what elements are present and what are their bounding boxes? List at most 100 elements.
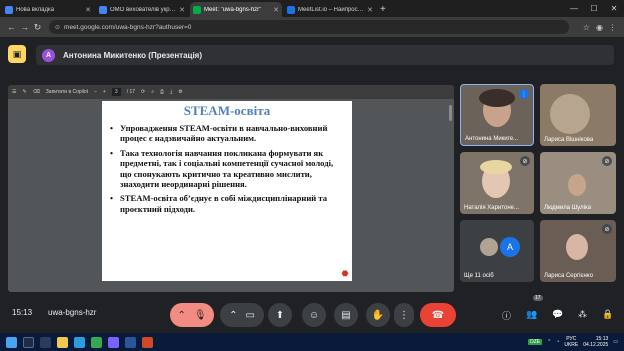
erase-icon[interactable]: ⌫ <box>33 89 40 95</box>
rotate-icon[interactable]: ⟳ <box>141 89 145 95</box>
tab-omo-docs[interactable]: ОМО вихователів українські ... ✕ <box>96 2 188 17</box>
tab-label: MeetList.io – Найпростіший с... <box>298 6 365 13</box>
site-info-icon[interactable]: ⊙ <box>55 24 60 31</box>
wifi-icon[interactable]: ◔ <box>556 339 559 345</box>
clock-date: 04.12.2025 <box>583 342 609 348</box>
leave-call-button[interactable]: ☎ <box>420 303 456 327</box>
raise-hand-button[interactable]: ✋ <box>366 303 390 327</box>
screen: Нова вкладка ✕ ОМО вихователів українськ… <box>0 0 624 351</box>
present-button[interactable]: ⬆ <box>268 303 292 327</box>
forward-icon[interactable]: → <box>18 22 31 32</box>
back-icon[interactable]: ← <box>5 22 18 32</box>
present-icon: ⬆ <box>275 309 285 321</box>
stop-presenting-icon[interactable]: ▣ <box>8 45 26 63</box>
mic-off-icon: ⊘ <box>520 156 530 166</box>
minimize-icon[interactable]: — <box>564 4 584 13</box>
language-indicator[interactable]: РУС UKRE <box>564 336 578 348</box>
pdf-icon: ⬣ <box>341 269 349 278</box>
maximize-icon[interactable]: ☐ <box>584 4 604 13</box>
copilot-button[interactable]: Запитати в Copilot <box>46 89 88 95</box>
participant-name: Лариса Вішнікова <box>544 137 594 143</box>
chevron-up-icon: ⌃ <box>177 309 186 321</box>
meet-header: ▣ A Антонина Микитенко (Презентація) <box>0 37 624 75</box>
hand-icon: ✋ <box>371 309 385 321</box>
close-icon[interactable]: ✕ <box>179 6 185 14</box>
speaking-icon: ⋮ <box>519 89 529 99</box>
tab-meet[interactable]: Meet: "uwa-bgns-hzr" ✕ <box>190 2 282 17</box>
zoom-out-icon[interactable]: − <box>94 89 97 95</box>
more-participants-tile[interactable]: A Ще 11 осіб <box>460 220 534 282</box>
viber-icon[interactable] <box>108 336 119 348</box>
meeting-time: 15:13 <box>12 308 33 317</box>
participant-tile[interactable]: ⋮ Антонина Микиге... <box>460 84 534 146</box>
print-icon[interactable]: ⎙ <box>160 89 164 95</box>
browser-tab-strip: Нова вкладка ✕ ОМО вихователів українськ… <box>0 0 624 17</box>
page-number[interactable]: 3 <box>111 88 121 96</box>
participant-tile[interactable]: ⊘ Людмила Шуліка <box>540 152 616 214</box>
powerpoint-icon[interactable] <box>142 336 153 348</box>
chevron-up-icon[interactable]: ⌃ <box>547 339 551 345</box>
zoom-in-icon[interactable]: + <box>103 89 106 95</box>
meet-controls: 15:13 uwa-bgns-hzr ⌃ 🎙 ⌃ ▭ ⬆ ☺ ▤ ✋ ⋮ ☎ ⓘ… <box>0 295 624 333</box>
contents-icon[interactable]: ☰ <box>12 89 16 95</box>
settings-icon[interactable]: ⚙ <box>178 89 182 95</box>
tab-new-tab[interactable]: Нова вкладка ✕ <box>2 2 94 17</box>
participant-name: Наталія Харитоне... <box>464 205 520 211</box>
emoji-button[interactable]: ☺ <box>302 303 326 327</box>
participant-tile[interactable]: ⊘ Лариса Сергієнко <box>540 220 616 282</box>
participant-name: Антонина Микиге... <box>465 136 519 142</box>
close-window-icon[interactable]: ✕ <box>604 4 624 13</box>
close-icon[interactable]: ✕ <box>85 6 91 14</box>
browser-actions: ☆ ◉ ⋮ <box>580 23 619 32</box>
start-icon[interactable] <box>6 336 17 348</box>
scrollbar[interactable] <box>449 105 452 121</box>
address-bar[interactable]: ⊙ meet.google.com/uwa-bgns-hzr?authuser=… <box>49 20 569 34</box>
captions-icon: ▤ <box>341 309 351 321</box>
save-icon[interactable]: ⤓ <box>170 89 172 95</box>
close-icon[interactable]: ✕ <box>367 6 373 14</box>
chrome-icon[interactable] <box>91 336 102 348</box>
menu-icon[interactable]: ⋮ <box>606 23 619 32</box>
mic-off-icon: 🎙 <box>193 309 207 321</box>
new-tab-icon[interactable]: + <box>380 2 386 17</box>
participant-tile[interactable]: Лариса Вішнікова <box>540 84 616 146</box>
profile-icon[interactable]: ◉ <box>593 23 606 32</box>
tab-label: Meet: "uwa-bgns-hzr" <box>204 6 262 13</box>
clock[interactable]: 15:13 04.12.2025 <box>583 336 608 348</box>
activities-icon[interactable]: ⁂ <box>578 309 587 320</box>
more-options-button[interactable]: ⋮ <box>394 303 414 327</box>
slide-bullet: STEAM-освіта об’єднує в собі міждисциплі… <box>110 193 342 214</box>
word-icon[interactable] <box>125 336 136 348</box>
tray-badge[interactable]: DZE <box>528 339 543 345</box>
captions-button[interactable]: ▤ <box>334 303 358 327</box>
search-icon[interactable]: ⌕ <box>151 89 154 95</box>
participant-video <box>550 94 590 134</box>
explorer-icon[interactable] <box>57 336 68 348</box>
draw-icon[interactable]: ✎ <box>22 89 26 95</box>
notification-icon[interactable]: ▭ <box>613 339 618 345</box>
search-icon[interactable] <box>23 336 34 348</box>
meet-icon <box>193 5 201 14</box>
mic-options-button[interactable]: ⌃ 🎙 <box>170 303 214 327</box>
edge-icon[interactable] <box>74 336 85 348</box>
url-text: meet.google.com/uwa-bgns-hzr?authuser=0 <box>64 23 192 31</box>
task-view-icon[interactable] <box>40 336 51 348</box>
close-icon[interactable]: ✕ <box>273 6 279 14</box>
camera-options-button[interactable]: ⌃ ▭ <box>220 303 264 327</box>
host-controls-icon[interactable]: 🔒 <box>602 309 613 320</box>
slide-bullet: Така технологія навчання покликана форму… <box>110 148 342 190</box>
tab-meetlist[interactable]: MeetList.io – Найпростіший с... ✕ <box>284 2 376 17</box>
people-icon[interactable]: 👥 <box>526 309 537 320</box>
participant-video <box>479 89 515 107</box>
chat-icon[interactable]: 💬 <box>552 309 563 320</box>
reload-icon[interactable]: ↻ <box>31 22 44 33</box>
participant-tile[interactable]: ⊘ Наталія Харитоне... <box>460 152 534 214</box>
star-icon[interactable]: ☆ <box>580 23 593 32</box>
info-icon[interactable]: ⓘ <box>502 309 511 322</box>
slide-title: STEAM-освіта <box>183 103 271 118</box>
page-total: / 17 <box>126 89 136 95</box>
meeting-code: uwa-bgns-hzr <box>48 308 97 317</box>
camera-icon: ▭ <box>245 309 255 321</box>
participant-video <box>568 174 586 196</box>
participant-video <box>480 160 512 174</box>
